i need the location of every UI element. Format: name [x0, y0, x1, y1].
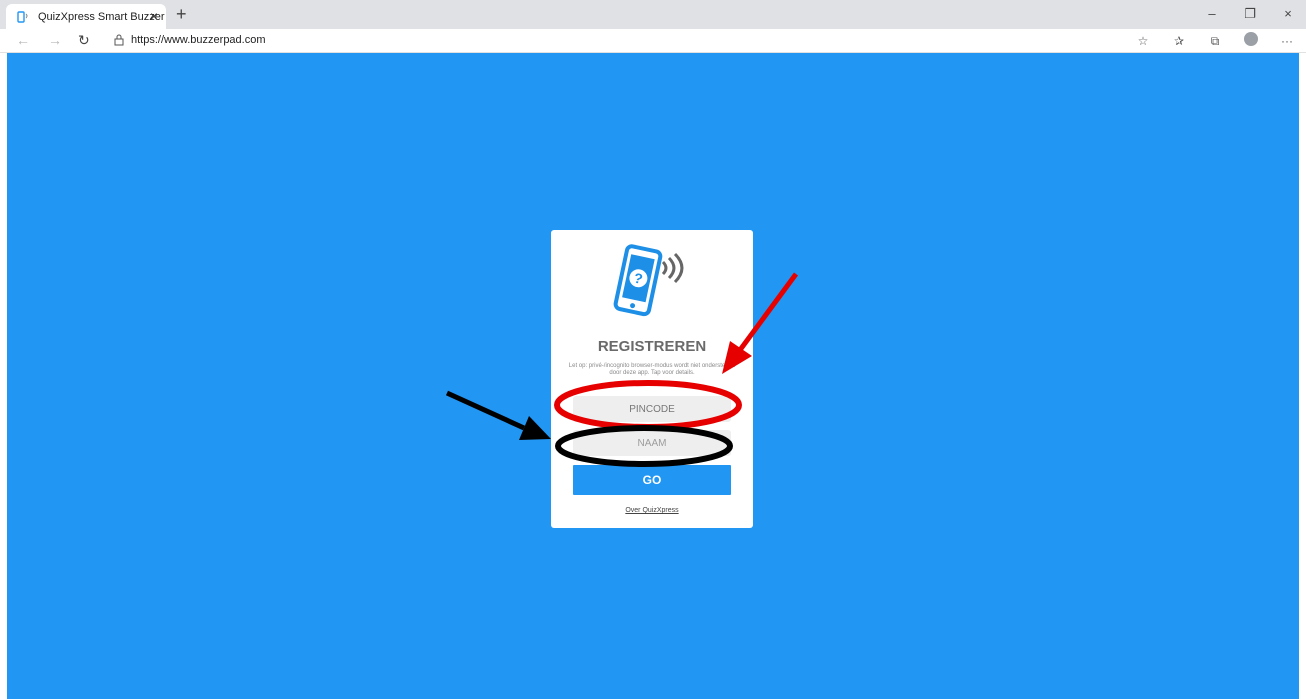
star-icon[interactable]: ☆ [1134, 33, 1152, 49]
minimize-icon[interactable]: – [1204, 6, 1220, 22]
collections-icon[interactable]: ⧉ [1206, 33, 1224, 49]
page-background: ? REGISTREREN Let op: privé-/incognito b… [7, 53, 1299, 699]
browser-toolbar: ☆ ✰ ⧉ ··· [1134, 32, 1296, 50]
pincode-input[interactable] [573, 396, 731, 422]
refresh-icon[interactable]: ↻ [78, 32, 90, 48]
buzzer-favicon-icon [16, 10, 30, 24]
avatar [1244, 32, 1258, 46]
phone-buzzer-icon: ? [607, 240, 695, 320]
forward-icon[interactable]: → [48, 32, 62, 48]
restore-icon[interactable]: ❐ [1242, 6, 1258, 22]
go-button[interactable]: GO [573, 465, 731, 495]
more-icon[interactable]: ··· [1278, 33, 1296, 49]
window-controls: – ❐ × [1204, 6, 1296, 22]
page-title: REGISTREREN [597, 338, 707, 355]
browser-tab[interactable]: QuizXpress Smart Buzzer × [6, 4, 166, 29]
lock-icon[interactable] [112, 33, 126, 47]
address-bar: ← → ↻ https://www.buzzerpad.com ☆ ✰ ⧉ ··… [0, 29, 1306, 53]
profile-icon[interactable] [1242, 32, 1260, 50]
tab-title: QuizXpress Smart Buzzer [38, 10, 165, 23]
tab-close-icon[interactable]: × [150, 8, 158, 24]
about-quizxpress-link[interactable]: Over QuizXpress [551, 507, 753, 514]
naam-input[interactable] [573, 430, 731, 456]
registration-card: ? REGISTREREN Let op: privé-/incognito b… [551, 230, 753, 528]
close-window-icon[interactable]: × [1280, 6, 1296, 22]
back-icon[interactable]: ← [16, 32, 30, 48]
new-tab-button[interactable]: + [176, 5, 187, 23]
tab-bar: QuizXpress Smart Buzzer × + – ❐ × [0, 0, 1306, 29]
incognito-note[interactable]: Let op: privé-/incognito browser-modus w… [563, 363, 741, 377]
url-field[interactable]: https://www.buzzerpad.com [131, 34, 266, 46]
favorites-icon[interactable]: ✰ [1170, 33, 1188, 49]
